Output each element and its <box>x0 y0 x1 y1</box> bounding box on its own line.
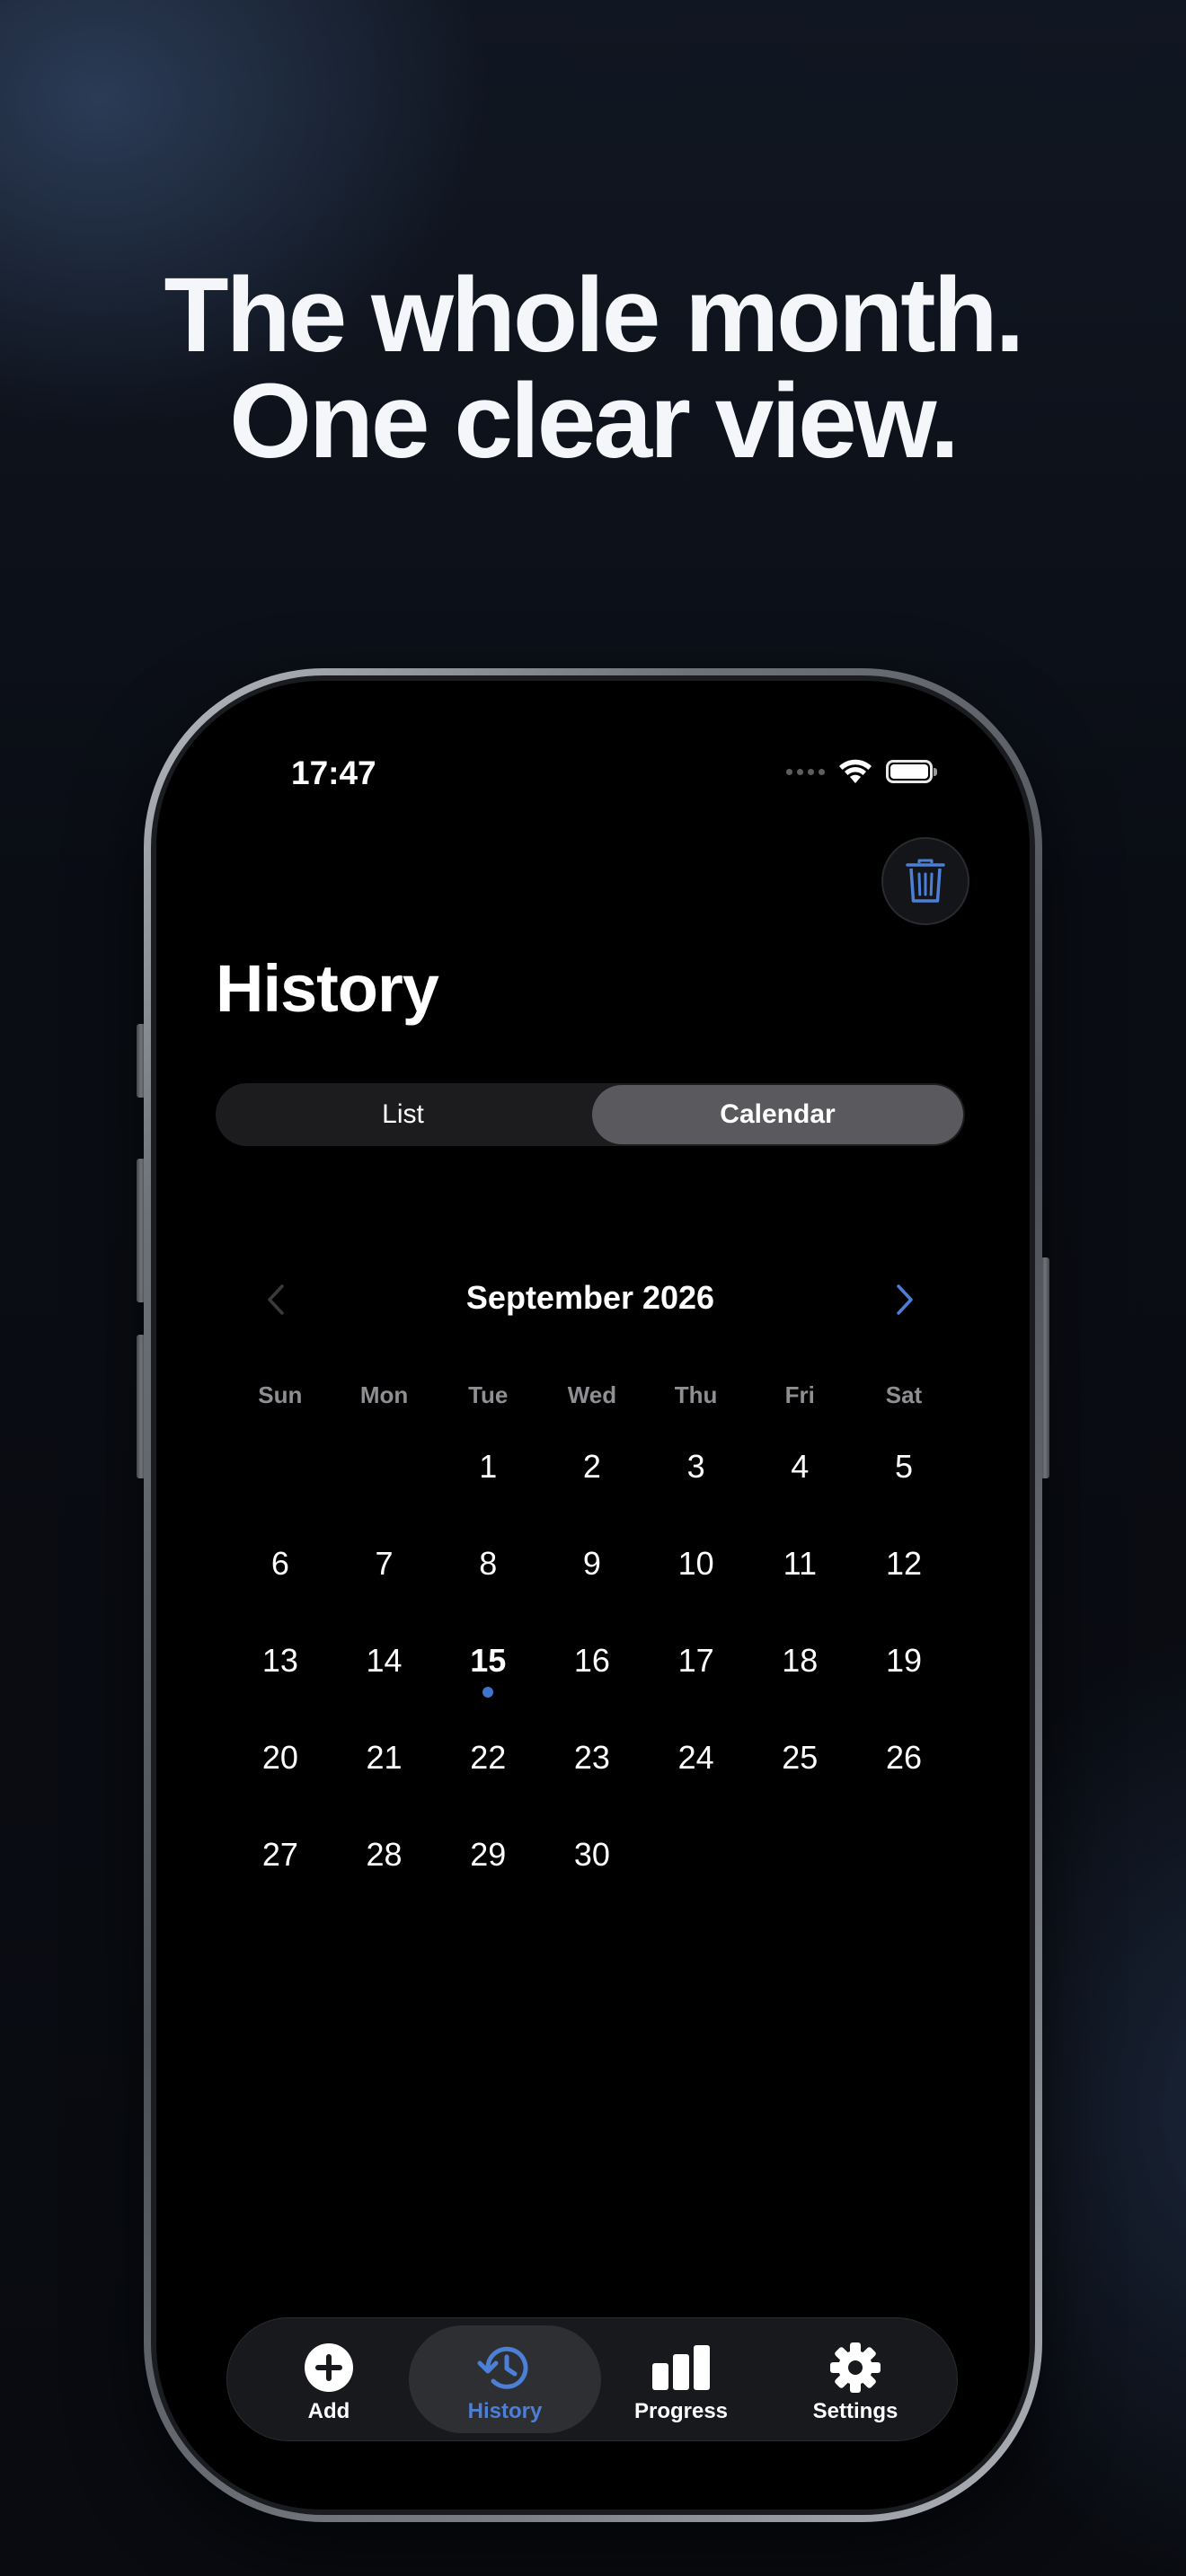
weekday-label: Mon <box>359 1381 409 1408</box>
calendar-day[interactable]: 28 <box>332 1836 437 1890</box>
calendar-day <box>748 1836 852 1890</box>
calendar-day[interactable]: 29 <box>436 1836 540 1890</box>
tab-label: History <box>467 2399 543 2423</box>
phone-frame: 17:47 History List Calendar September 20… <box>144 668 1042 2522</box>
gear-icon <box>830 2342 881 2393</box>
calendar-day[interactable]: 23 <box>540 1739 644 1793</box>
calendar-day <box>332 1448 437 1502</box>
headline-line-1: The whole month. <box>164 256 1025 375</box>
calendar-day[interactable]: 1 <box>436 1448 540 1502</box>
calendar-week-row: 6 7 8 9 10 11 12 <box>216 1545 965 1599</box>
tab-add[interactable]: Add <box>233 2325 425 2433</box>
tab-label: Progress <box>633 2399 729 2423</box>
segment-list[interactable]: List <box>217 1085 589 1144</box>
calendar-day[interactable]: 11 <box>748 1545 852 1599</box>
calendar-day[interactable]: 7 <box>332 1545 437 1599</box>
weekday-label: Sat <box>885 1381 923 1408</box>
plus-circle-icon <box>305 2343 353 2392</box>
weekday-label: Fri <box>784 1381 815 1408</box>
weekday-label: Sun <box>258 1381 303 1408</box>
page-title: History <box>216 951 439 1026</box>
calendar-day[interactable]: 21 <box>332 1739 437 1793</box>
calendar-day[interactable]: 26 <box>852 1739 956 1793</box>
calendar-week-row: 1 2 3 4 5 <box>216 1448 965 1502</box>
history-clock-icon <box>477 2346 528 2389</box>
view-segmented-control: List Calendar <box>216 1083 965 1146</box>
battery-icon <box>886 760 937 783</box>
tab-settings[interactable]: Settings <box>759 2325 951 2433</box>
calendar-day[interactable]: 17 <box>644 1642 748 1696</box>
calendar-day[interactable]: 6 <box>228 1545 332 1599</box>
tab-progress[interactable]: Progress <box>585 2325 777 2433</box>
calendar-week-row: 27 28 29 30 <box>216 1836 965 1890</box>
calendar-day <box>644 1836 748 1890</box>
weekday-label: Tue <box>468 1381 509 1408</box>
next-month-button[interactable] <box>882 1277 927 1322</box>
calendar-day[interactable]: 8 <box>436 1545 540 1599</box>
phone-screen: 17:47 History List Calendar September 20… <box>156 681 1030 2510</box>
status-indicators <box>786 758 937 785</box>
headline-line-2: One clear view. <box>229 362 960 481</box>
calendar-day[interactable]: 22 <box>436 1739 540 1793</box>
marketing-headline: The whole month. One clear view. <box>0 262 1186 474</box>
calendar-day[interactable]: 9 <box>540 1545 644 1599</box>
tab-label: Add <box>307 2399 350 2423</box>
calendar-day[interactable]: 5 <box>852 1448 956 1502</box>
calendar-day[interactable]: 18 <box>748 1642 852 1696</box>
tab-history[interactable]: History <box>409 2325 601 2433</box>
delete-button[interactable] <box>881 837 969 925</box>
calendar-day[interactable]: 16 <box>540 1642 644 1696</box>
today-label: 15 <box>470 1642 507 1679</box>
cellular-signal-icon <box>786 768 825 775</box>
calendar-day[interactable]: 25 <box>748 1739 852 1793</box>
calendar-day[interactable]: 2 <box>540 1448 644 1502</box>
calendar-day[interactable]: 24 <box>644 1739 748 1793</box>
tab-label: Settings <box>812 2399 898 2423</box>
month-label: September 2026 <box>465 1279 715 1316</box>
calendar-day[interactable]: 12 <box>852 1545 956 1599</box>
calendar-day[interactable]: 30 <box>540 1836 644 1890</box>
calendar-day[interactable]: 10 <box>644 1545 748 1599</box>
wifi-icon <box>839 759 872 783</box>
calendar-week-row: 20 21 22 23 24 25 26 <box>216 1739 965 1793</box>
calendar-day[interactable]: 19 <box>852 1642 956 1696</box>
calendar-day[interactable]: 3 <box>644 1448 748 1502</box>
status-time: 17:47 <box>291 754 376 791</box>
calendar-day-today[interactable]: 15 <box>436 1642 540 1698</box>
calendar-day[interactable]: 4 <box>748 1448 852 1502</box>
weekday-label: Wed <box>567 1381 617 1408</box>
weekday-header-row: Sun Mon Tue Wed Thu Fri Sat <box>216 1381 965 1409</box>
calendar-day[interactable]: 14 <box>332 1642 437 1696</box>
tab-bar: Add History Progress Settings <box>226 2317 958 2441</box>
segment-calendar[interactable]: Calendar <box>592 1085 963 1144</box>
calendar-day <box>852 1836 956 1890</box>
entry-indicator-dot <box>482 1687 494 1698</box>
bar-chart-icon <box>652 2345 710 2390</box>
calendar-day[interactable]: 27 <box>228 1836 332 1890</box>
calendar-month-header: September 2026 <box>216 1274 965 1324</box>
calendar-week-row: 13 14 15 16 17 18 19 <box>216 1642 965 1698</box>
calendar-day <box>228 1448 332 1502</box>
calendar-day[interactable]: 13 <box>228 1642 332 1696</box>
trash-icon <box>906 859 945 903</box>
calendar-day[interactable]: 20 <box>228 1739 332 1793</box>
chevron-right-icon <box>897 1284 913 1315</box>
weekday-label: Thu <box>674 1381 718 1408</box>
